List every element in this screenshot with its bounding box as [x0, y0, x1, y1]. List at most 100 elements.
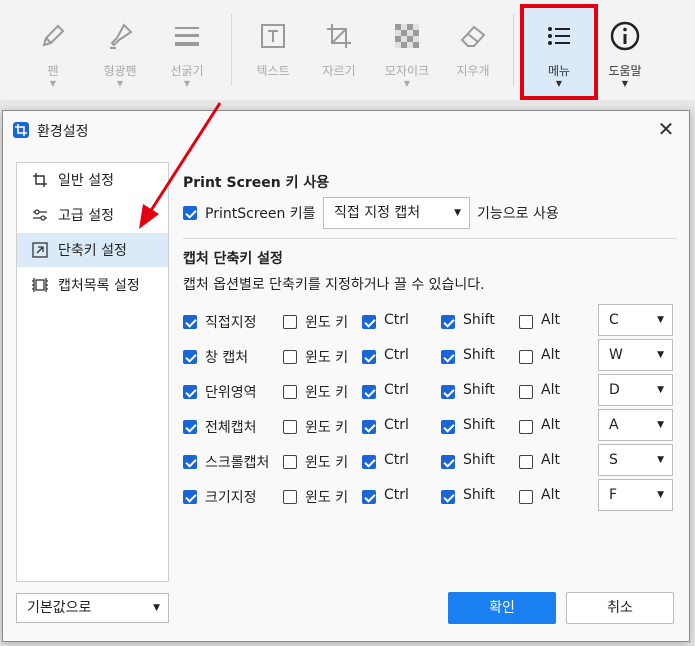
menu-tool[interactable]: 메뉴 ▼	[524, 16, 594, 89]
chevron-down-icon: ▼	[657, 490, 664, 500]
chevron-down-icon: ▼	[657, 420, 664, 430]
alt-key-checkbox[interactable]	[519, 455, 533, 469]
capture-enabled-checkbox[interactable]	[183, 490, 197, 504]
line-weight-label: 선굵기	[170, 64, 204, 78]
eraser-label: 지우개	[456, 64, 490, 78]
crop-tool[interactable]: 자르기	[304, 16, 374, 79]
shift-key-label: Shift	[463, 487, 495, 503]
printscreen-checkbox[interactable]	[183, 206, 197, 220]
ctrl-key-checkbox[interactable]	[362, 455, 376, 469]
shortcut-key-select[interactable]: A ▼	[598, 409, 673, 441]
ctrl-key-checkbox[interactable]	[362, 420, 376, 434]
shift-key-checkbox[interactable]	[441, 455, 455, 469]
capture-enabled-label: 크기지정	[205, 490, 257, 506]
ctrl-key-checkbox[interactable]	[362, 315, 376, 329]
ctrl-key-checkbox[interactable]	[362, 350, 376, 364]
crop-label: 자르기	[322, 64, 356, 78]
close-icon[interactable]: ✕	[655, 119, 677, 141]
eraser-tool[interactable]: 지우개	[438, 16, 508, 79]
capture-enabled-checkbox[interactable]	[183, 420, 197, 434]
win-key-checkbox[interactable]	[283, 420, 297, 434]
shift-key-label: Shift	[463, 452, 495, 468]
alt-key-checkbox[interactable]	[519, 490, 533, 504]
shift-key-checkbox[interactable]	[441, 490, 455, 504]
capture-enabled-checkbox[interactable]	[183, 455, 197, 469]
text-tool[interactable]: 텍스트	[238, 16, 308, 79]
sidebar-item-label: 일반 설정	[58, 173, 114, 189]
highlighter-label: 형광펜	[103, 64, 137, 78]
shift-key-checkbox[interactable]	[441, 385, 455, 399]
capture-enabled-checkbox[interactable]	[183, 315, 197, 329]
shift-key-label: Shift	[463, 417, 495, 433]
help-label: 도움말	[608, 64, 642, 78]
text-label: 텍스트	[256, 64, 290, 78]
sidebar-item-shortcuts[interactable]: 단축키 설정	[17, 233, 168, 267]
cancel-button[interactable]: 취소	[566, 592, 674, 624]
shortcut-key-select[interactable]: C ▼	[598, 304, 673, 336]
alt-key-label: Alt	[541, 417, 560, 433]
ctrl-key-label: Ctrl	[384, 382, 409, 398]
defaults-select[interactable]: 기본값으로 ▼	[16, 593, 169, 623]
win-key-checkbox[interactable]	[283, 455, 297, 469]
alt-key-checkbox[interactable]	[519, 315, 533, 329]
ctrl-key-checkbox[interactable]	[362, 490, 376, 504]
highlighter-tool[interactable]: 형광펜 ▼	[85, 16, 155, 89]
help-tool[interactable]: 도움말 ▼	[590, 16, 660, 89]
alt-key-checkbox[interactable]	[519, 350, 533, 364]
settings-dialog: 환경설정 ✕ 일반 설정 고급 설정 단축키 설정 캡처목록 설정 기본값으로 …	[2, 110, 690, 642]
shift-key-checkbox[interactable]	[441, 315, 455, 329]
printscreen-prefix: PrintScreen 키를	[205, 206, 316, 222]
printscreen-suffix: 기능으로 사용	[477, 206, 559, 222]
line-weight-tool[interactable]: 선굵기 ▼	[152, 16, 222, 89]
ok-button[interactable]: 확인	[448, 592, 556, 624]
printscreen-mode-value: 직접 지정 캡처	[334, 205, 421, 221]
win-key-checkbox[interactable]	[283, 350, 297, 364]
menu-label: 메뉴	[547, 64, 571, 78]
win-key-checkbox[interactable]	[283, 385, 297, 399]
shortcut-key-value: W	[609, 347, 623, 363]
mosaic-icon	[387, 16, 427, 56]
pen-tool[interactable]: 펜 ▼	[18, 16, 88, 89]
shortcut-key-select[interactable]: F ▼	[598, 479, 673, 511]
capture-enabled-label: 단위영역	[205, 385, 257, 401]
shortcut-key-value: A	[609, 417, 619, 433]
alt-key-checkbox[interactable]	[519, 385, 533, 399]
mosaic-tool[interactable]: 모자이크 ▼	[372, 16, 442, 89]
chevron-down-icon: ▼	[153, 603, 160, 613]
sidebar-item-label: 고급 설정	[58, 208, 114, 224]
shift-key-label: Shift	[463, 382, 495, 398]
win-key-label: 윈도 키	[305, 385, 349, 401]
win-key-checkbox[interactable]	[283, 315, 297, 329]
alt-key-label: Alt	[541, 347, 560, 363]
printscreen-mode-select[interactable]: 직접 지정 캡처 ▼	[323, 197, 470, 229]
ctrl-key-checkbox[interactable]	[362, 385, 376, 399]
text-icon	[253, 16, 293, 56]
settings-sidebar: 일반 설정 고급 설정 단축키 설정 캡처목록 설정	[16, 162, 169, 582]
capture-enabled-checkbox[interactable]	[183, 385, 197, 399]
chevron-down-icon: ▼	[657, 385, 664, 395]
shortcut-key-select[interactable]: S ▼	[598, 444, 673, 476]
shortcut-key-select[interactable]: D ▼	[598, 374, 673, 406]
win-key-checkbox[interactable]	[283, 490, 297, 504]
capture-list-icon	[31, 276, 49, 294]
shortcut-icon	[31, 241, 49, 259]
toolbar-divider	[513, 14, 514, 86]
win-key-label: 윈도 키	[305, 420, 349, 436]
alt-key-label: Alt	[541, 312, 560, 328]
capture-enabled-label: 전체캡처	[205, 420, 257, 436]
shortcuts-heading: 캡처 단축키 설정	[183, 251, 283, 267]
alt-key-checkbox[interactable]	[519, 420, 533, 434]
shortcut-key-select[interactable]: W ▼	[598, 339, 673, 371]
win-key-label: 윈도 키	[305, 350, 349, 366]
crop-icon	[319, 16, 359, 56]
shift-key-checkbox[interactable]	[441, 420, 455, 434]
sidebar-item-advanced[interactable]: 고급 설정	[17, 198, 168, 232]
shift-key-checkbox[interactable]	[441, 350, 455, 364]
chevron-down-icon: ▼	[555, 79, 563, 88]
ctrl-key-label: Ctrl	[384, 417, 409, 433]
crop-icon	[31, 171, 49, 189]
sidebar-item-capture-list[interactable]: 캡처목록 설정	[17, 268, 168, 302]
capture-enabled-checkbox[interactable]	[183, 350, 197, 364]
sidebar-item-general[interactable]: 일반 설정	[17, 163, 168, 197]
alt-key-label: Alt	[541, 452, 560, 468]
